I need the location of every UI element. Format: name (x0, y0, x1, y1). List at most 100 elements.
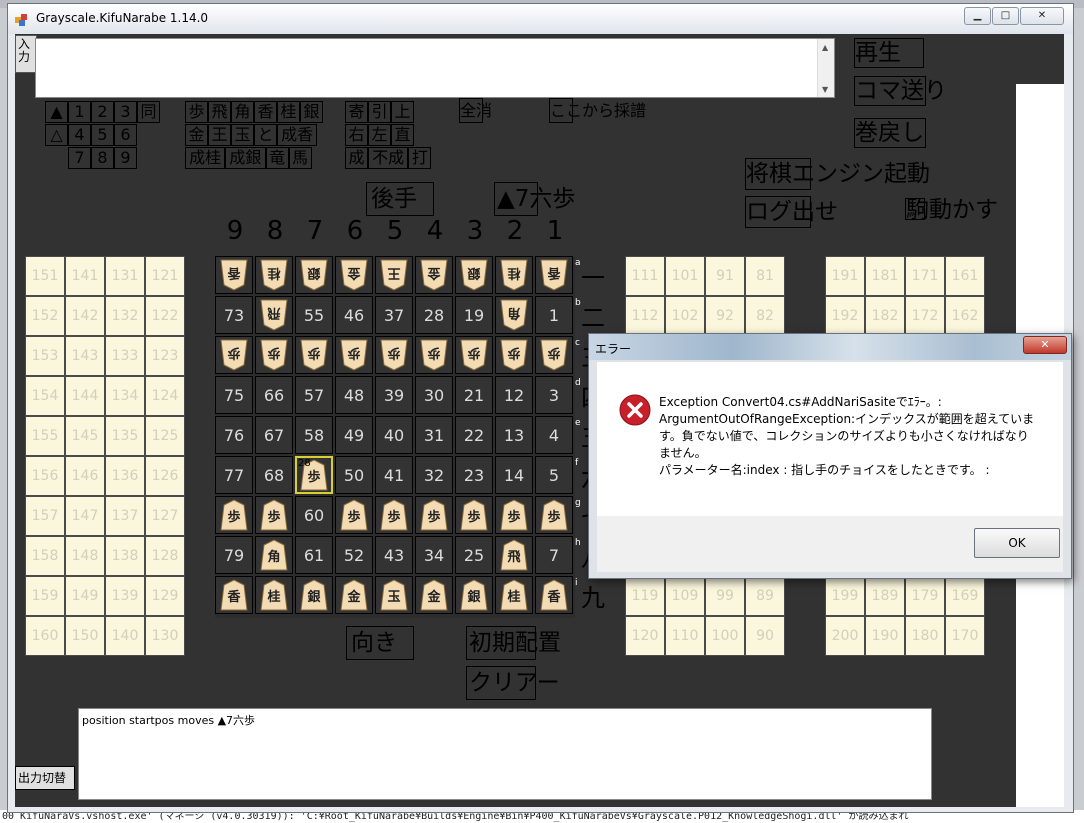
board-square[interactable]: 歩 (535, 496, 573, 534)
stand-cell[interactable]: 190 (865, 616, 905, 656)
board-square[interactable]: 歩 28 (295, 456, 333, 494)
gote-piece[interactable]: 飛 (260, 299, 288, 331)
gote-piece[interactable]: 歩 (340, 339, 368, 371)
piece_keys-key[interactable]: 竜 (265, 147, 289, 169)
stand-cell[interactable]: 142 (65, 296, 105, 336)
board-square[interactable]: 香 (215, 256, 253, 294)
stand-cell[interactable]: 151 (25, 256, 65, 296)
move-piece-button[interactable]: 駒動かす (905, 198, 998, 222)
stand-cell[interactable]: 90 (745, 616, 785, 656)
board-square[interactable]: 30 (415, 376, 453, 414)
stand-cell[interactable]: 181 (865, 256, 905, 296)
stand-cell[interactable]: 121 (145, 256, 185, 296)
keypad-key[interactable]: ▲ (45, 101, 68, 123)
stand-cell[interactable]: 155 (25, 416, 65, 456)
stand-cell[interactable]: 180 (905, 616, 945, 656)
sente-piece[interactable]: 歩 (460, 499, 488, 531)
stand-cell[interactable]: 122 (145, 296, 185, 336)
board-square[interactable]: 歩 (455, 496, 493, 534)
stand-cell[interactable]: 128 (145, 536, 185, 576)
record-from-here-button[interactable]: ここから採譜 (549, 98, 646, 123)
keypad-key[interactable]: 6 (114, 124, 137, 146)
board-square[interactable]: 歩 (495, 496, 533, 534)
gote-piece[interactable]: 歩 (260, 339, 288, 371)
stand-cell[interactable]: 139 (105, 576, 145, 616)
board-square[interactable]: 57 (295, 376, 333, 414)
stand-cell[interactable]: 133 (105, 336, 145, 376)
stand-cell[interactable]: 182 (865, 296, 905, 336)
board-square[interactable]: 61 (295, 536, 333, 574)
piece_keys-key[interactable]: 香 (254, 101, 277, 123)
board-square[interactable]: 歩 (495, 336, 533, 374)
board-square[interactable]: 王 (375, 256, 413, 294)
stand-cell[interactable]: 119 (625, 576, 665, 616)
stand-cell[interactable]: 152 (25, 296, 65, 336)
board-square[interactable]: 40 (375, 416, 413, 454)
ok-button[interactable]: OK (974, 528, 1060, 558)
board-square[interactable]: 79 (215, 536, 253, 574)
step-button[interactable]: コマ送り (854, 76, 947, 106)
board-square[interactable]: 43 (375, 536, 413, 574)
piece_keys-key[interactable]: 金 (185, 124, 208, 146)
output-textarea[interactable]: position startpos moves ▲7六歩 (78, 708, 932, 800)
stand-cell[interactable]: 127 (145, 496, 185, 536)
gote-button[interactable]: 後手 (366, 182, 434, 216)
board-square[interactable]: 4 (535, 416, 573, 454)
gote-piece[interactable]: 歩 (420, 339, 448, 371)
move_keys-key[interactable]: 直 (391, 124, 414, 146)
sente-piece[interactable]: 玉 (380, 579, 408, 611)
board-square[interactable]: 50 (335, 456, 373, 494)
log-output-button[interactable]: ログ出せ (745, 196, 838, 228)
sente-piece[interactable]: 香 (220, 579, 248, 611)
sente-piece[interactable]: 金 (420, 579, 448, 611)
board-square[interactable]: 73 (215, 296, 253, 334)
board-square[interactable]: 60 (295, 496, 333, 534)
board-square[interactable]: 75 (215, 376, 253, 414)
output-switch-button[interactable]: 出力切替 (15, 766, 75, 790)
keypad-key[interactable]: 3 (114, 101, 137, 123)
board-square[interactable]: 角 (255, 536, 293, 574)
stand-cell[interactable]: 161 (945, 256, 985, 296)
board-square[interactable]: 12 (495, 376, 533, 414)
keypad-key[interactable]: 1 (68, 101, 91, 123)
stand-cell[interactable]: 141 (65, 256, 105, 296)
input-textarea[interactable]: ▲ ▼ (35, 38, 835, 98)
stand-cell[interactable]: 159 (25, 576, 65, 616)
stand-cell[interactable]: 140 (105, 616, 145, 656)
stand-cell[interactable]: 131 (105, 256, 145, 296)
clear-button[interactable]: クリアー (466, 666, 560, 700)
sente-piece[interactable]: 歩 (420, 499, 448, 531)
stand-cell[interactable]: 102 (665, 296, 705, 336)
stand-cell[interactable]: 143 (65, 336, 105, 376)
keypad-key[interactable]: 4 (68, 124, 91, 146)
board-square[interactable]: 55 (295, 296, 333, 334)
stand-cell[interactable]: 170 (945, 616, 985, 656)
keypad-key[interactable]: 2 (91, 101, 114, 123)
stand-cell[interactable]: 144 (65, 376, 105, 416)
piece_keys-key[interactable]: 成香 (277, 124, 318, 146)
gote-piece[interactable]: 角 (500, 299, 528, 331)
gote-piece[interactable]: 桂 (260, 259, 288, 291)
last-move-button[interactable]: ▲7六歩 (494, 182, 575, 216)
board-square[interactable]: 歩 (215, 336, 253, 374)
board-square[interactable]: 金 (415, 256, 453, 294)
gote-piece[interactable]: 金 (420, 259, 448, 291)
board-square[interactable]: 香 (215, 576, 253, 614)
stand-cell[interactable]: 158 (25, 536, 65, 576)
board-square[interactable]: 香 (535, 256, 573, 294)
stand-cell[interactable]: 111 (625, 256, 665, 296)
board-square[interactable]: 歩 (535, 336, 573, 374)
stand-cell[interactable]: 191 (825, 256, 865, 296)
piece_keys-key[interactable]: 銀 (300, 101, 323, 123)
stand-cell[interactable]: 136 (105, 456, 145, 496)
board-square[interactable]: 香 (535, 576, 573, 614)
gote-piece[interactable]: 歩 (300, 339, 328, 371)
stand-cell[interactable]: 157 (25, 496, 65, 536)
sente-piece[interactable]: 歩 (260, 499, 288, 531)
stand-cell[interactable]: 192 (825, 296, 865, 336)
keypad-key[interactable]: △ (45, 124, 68, 146)
scroll-down-icon[interactable]: ▼ (822, 85, 828, 94)
sente-piece[interactable]: 歩 (340, 499, 368, 531)
rewind-button[interactable]: 巻戻し (854, 118, 926, 148)
dialog-close-button[interactable]: ✕ (1023, 336, 1067, 354)
